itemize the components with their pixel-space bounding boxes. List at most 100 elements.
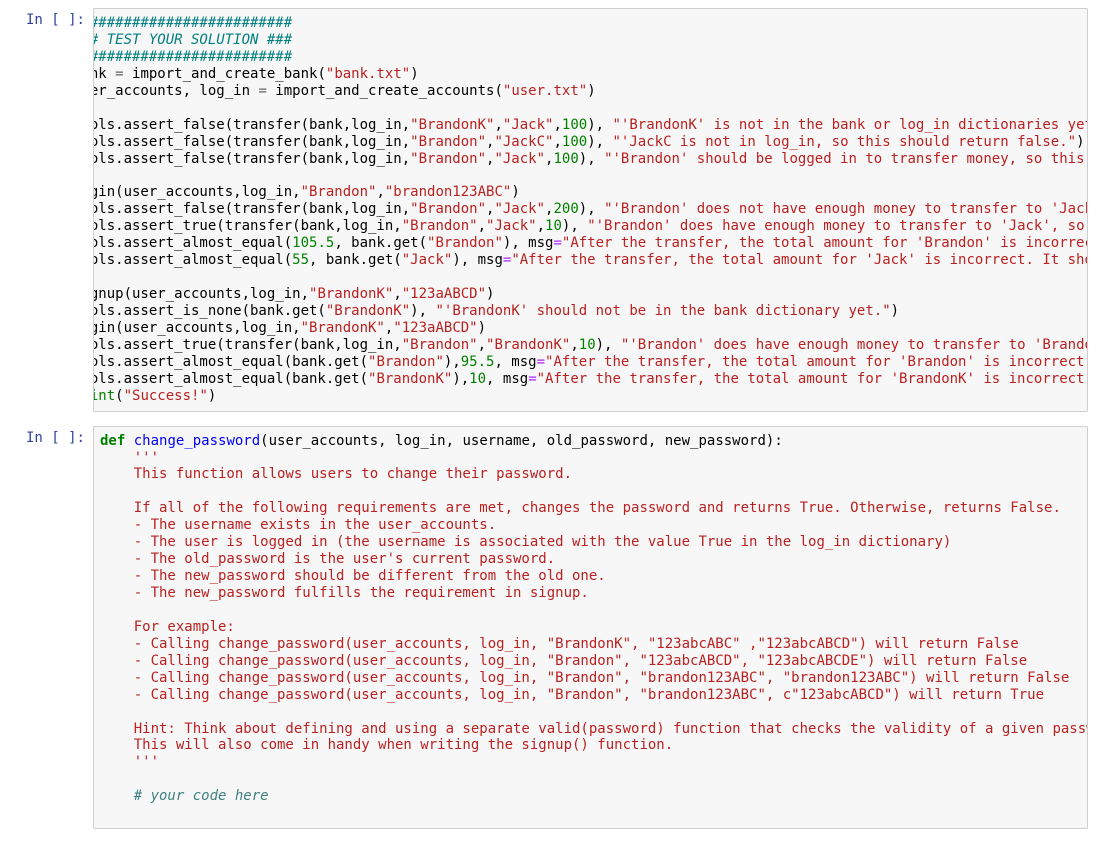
- code-token: , bank.get(: [334, 235, 427, 251]
- code-token: tools.assert_true(transfer(bank,log_in,: [93, 218, 402, 234]
- code-token: "Brandon": [301, 184, 377, 200]
- code-token: [100, 788, 134, 804]
- code-editor[interactable]: ########################## ### TEST YOUR…: [93, 15, 1054, 405]
- code-token: "user.txt": [503, 83, 587, 99]
- code-token: "Brandon": [402, 218, 478, 234]
- code-token: ): [511, 184, 519, 200]
- code-token: 10: [469, 371, 486, 387]
- code-token: ): [486, 286, 494, 302]
- code-token: login(user_accounts,log_in,: [93, 320, 301, 336]
- code-token: "brandon123ABC": [385, 184, 511, 200]
- code-token: "After the transfer, the total amount fo…: [511, 252, 1088, 268]
- code-token: ),: [587, 117, 612, 133]
- code-token: "BrandonK": [368, 371, 452, 387]
- code-token: 95.5: [461, 354, 495, 370]
- code-token: user_accounts, log_in: [93, 83, 258, 99]
- code-token: ,: [553, 134, 561, 150]
- code-token: bank: [93, 66, 115, 82]
- code-token: ): [208, 388, 216, 404]
- code-token: =: [537, 354, 545, 370]
- code-cell[interactable]: In [ ]:def change_password(user_accounts…: [8, 422, 1094, 834]
- code-token: "Brandon": [410, 201, 486, 217]
- code-token: ),: [579, 201, 604, 217]
- code-token: "123aABCD": [402, 286, 486, 302]
- code-token: "'BrandonK' is not in the bank or log_in…: [613, 117, 1089, 133]
- code-token: ): [891, 303, 899, 319]
- code-token: "Brandon": [427, 235, 503, 251]
- code-token: "Jack": [486, 218, 537, 234]
- cell-prompt: In [ ]:: [8, 8, 93, 412]
- code-token: 105.5: [292, 235, 334, 251]
- code-token: tools.assert_almost_equal(bank.get(: [93, 354, 368, 370]
- code-token: ): [478, 320, 486, 336]
- code-input-area[interactable]: ########################## ### TEST YOUR…: [93, 8, 1088, 412]
- code-token: ,: [537, 218, 545, 234]
- cell-prompt: In [ ]:: [8, 426, 93, 830]
- code-token: "Brandon": [410, 151, 486, 167]
- code-token: "After the transfer, the total amount fo…: [545, 354, 1088, 370]
- code-token: (: [115, 388, 123, 404]
- code-token: tools.assert_false(transfer(bank,log_in,: [93, 134, 410, 150]
- code-token: ): [1076, 134, 1084, 150]
- code-token: "'Brandon' does not have enough money to…: [604, 201, 1088, 217]
- code-token: ): [587, 83, 595, 99]
- code-token: =: [553, 235, 561, 251]
- code-token: ),: [410, 303, 435, 319]
- code-token: 10: [579, 337, 596, 353]
- code-token: =: [528, 371, 536, 387]
- code-token: "'JackC is not in log_in, so this should…: [613, 134, 1077, 150]
- code-token: ): [410, 66, 418, 82]
- code-token: tools.assert_false(transfer(bank,log_in,: [93, 151, 410, 167]
- code-token: ),: [587, 134, 612, 150]
- code-token: ), msg: [452, 252, 503, 268]
- code-token: ########################## ### TEST YOUR…: [93, 15, 292, 65]
- code-token: "BrandonK": [326, 303, 410, 319]
- code-token: import_and_create_bank(: [124, 66, 326, 82]
- code-token: ,: [478, 337, 486, 353]
- code-token: "'Brandon' does have enough money to tra…: [621, 337, 1088, 353]
- code-token: ), msg: [503, 235, 554, 251]
- code-token: [125, 433, 133, 449]
- code-token: tools.assert_false(transfer(bank,log_in,: [93, 201, 410, 217]
- code-token: ,: [553, 117, 561, 133]
- code-token: "Brandon": [368, 354, 444, 370]
- code-token: "'Brandon' does have enough money to tra…: [587, 218, 1088, 234]
- code-token: "Jack": [494, 151, 545, 167]
- code-input-area[interactable]: def change_password(user_accounts, log_i…: [93, 426, 1088, 830]
- code-token: "bank.txt": [326, 66, 410, 82]
- code-token: ),: [444, 354, 461, 370]
- code-token: ,: [570, 337, 578, 353]
- code-token: tools.assert_true(transfer(bank,log_in,: [93, 337, 402, 353]
- code-token: "After the transfer, the total amount fo…: [562, 235, 1088, 251]
- code-token: 10: [545, 218, 562, 234]
- code-token: import_and_create_accounts(: [267, 83, 503, 99]
- code-token: , msg: [494, 354, 536, 370]
- code-token: , bank.get(: [309, 252, 402, 268]
- code-token: ,: [478, 218, 486, 234]
- code-token: ,: [494, 117, 502, 133]
- code-token: ),: [596, 337, 621, 353]
- code-token: def: [100, 433, 125, 449]
- code-token: tools.assert_almost_equal(: [93, 235, 292, 251]
- code-token: 100: [553, 151, 578, 167]
- code-token: tools.assert_false(transfer(bank,log_in,: [93, 117, 410, 133]
- code-token: tools.assert_almost_equal(: [93, 252, 292, 268]
- code-token: change_password: [134, 433, 260, 449]
- code-token: tools.assert_is_none(bank.get(: [93, 303, 326, 319]
- code-token: "Jack": [503, 117, 554, 133]
- code-cell[interactable]: In [ ]:########################## ### TE…: [8, 4, 1094, 416]
- code-token: ),: [579, 151, 604, 167]
- code-token: "'Brandon' should be logged in to transf…: [604, 151, 1088, 167]
- code-token: 100: [562, 134, 587, 150]
- code-token: "Brandon": [410, 134, 486, 150]
- code-token: ,: [376, 184, 384, 200]
- code-token: "Jack": [402, 252, 453, 268]
- code-token: ),: [562, 218, 587, 234]
- code-token: =: [258, 83, 266, 99]
- code-token: "Success!": [124, 388, 208, 404]
- code-token: "Jack": [494, 201, 545, 217]
- code-token: "BrandonK": [410, 117, 494, 133]
- code-token: (user_accounts, log_in, username, old_pa…: [260, 433, 783, 449]
- code-token: 100: [562, 117, 587, 133]
- code-editor[interactable]: def change_password(user_accounts, log_i…: [100, 433, 1081, 823]
